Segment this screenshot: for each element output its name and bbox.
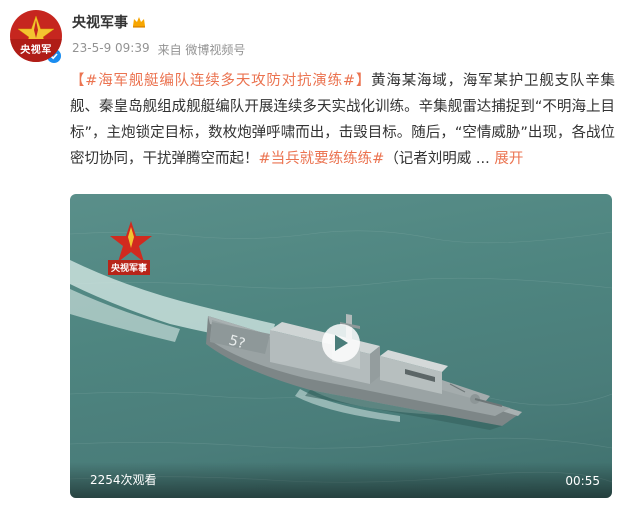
crown-icon[interactable] [132,16,146,28]
author-name[interactable]: 央视军事 [72,12,128,32]
post-content-2: （记者刘明威 [384,151,472,167]
post-time[interactable]: 23-5-9 09:39 [72,41,150,58]
topic-link-2[interactable]: #当兵就要练练练# [259,151,385,167]
video-duration: 00:55 [565,474,600,488]
expand-link[interactable]: 展开 [494,151,523,167]
post-text: 【#海军舰艇编队连续多天攻防对抗演练#】黄海某海域，海军某护卫舰支队辛集舰、秦皇… [70,68,615,172]
avatar-label: 央视军 [10,39,62,62]
post-source: 来自 微博视频号 [157,43,246,57]
play-button[interactable] [322,324,360,362]
topic-link[interactable]: 【#海军舰艇编队连续多天攻防对抗演练#】 [70,73,371,89]
video-player[interactable]: 5? 央视军事 2254次观看 00:55 [70,194,612,498]
ellipsis: ... [471,151,495,167]
video-watermark: 央视军事 [108,260,151,275]
view-count: 2254次观看 [90,473,157,487]
play-icon [335,335,348,351]
avatar[interactable]: 央视军 [10,10,62,62]
